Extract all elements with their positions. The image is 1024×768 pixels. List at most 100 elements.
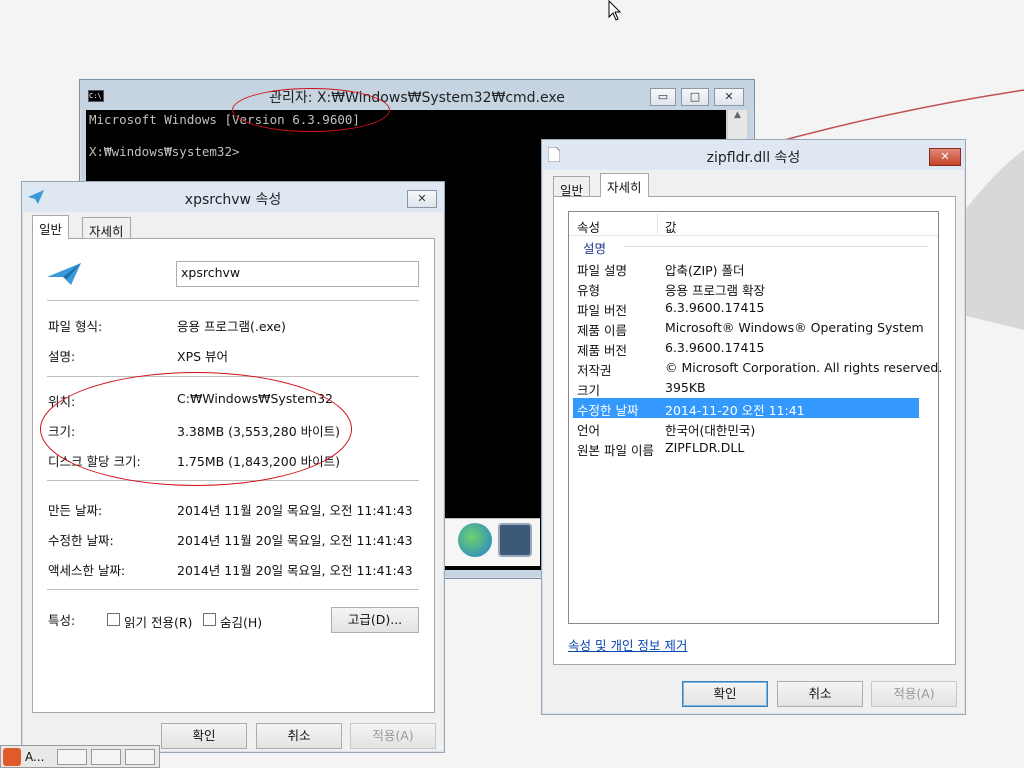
tab-general[interactable]: 일반 — [32, 215, 70, 239]
property-value: 응용 프로그램 확장 — [665, 283, 765, 298]
property-name: 파일 버전 — [577, 303, 627, 318]
taskbar-button[interactable] — [57, 749, 87, 765]
created-value: 2014년 11월 20일 목요일, 오전 11:41:43 — [177, 503, 413, 518]
hidden-label[interactable]: 숨김(H) — [220, 612, 262, 631]
app-icon[interactable] — [3, 748, 21, 766]
readonly-checkbox[interactable] — [107, 613, 120, 626]
list-item[interactable]: 유형 응용 프로그램 확장 — [577, 278, 927, 298]
xps-viewer-icon — [47, 263, 81, 285]
ok-button[interactable]: 확인 — [161, 723, 247, 749]
minimize-button[interactable]: ▭ — [650, 88, 676, 106]
property-name: 원본 파일 이름 — [577, 443, 654, 458]
attributes-label: 특성: — [48, 613, 76, 628]
list-item[interactable]: 원본 파일 이름 ZIPFLDR.DLL — [577, 438, 927, 458]
taskbar-item[interactable]: A... — [25, 750, 44, 764]
list-item[interactable]: 파일 버전 6.3.9600.17415 — [577, 298, 927, 318]
list-item[interactable]: 파일 설명 압축(ZIP) 폴더 — [577, 258, 927, 278]
pinned-icons — [440, 518, 540, 566]
zip-properties-dialog[interactable]: zipfldr.dll 속성 ✕ 일반 자세히 속성 값 설명 파일 설명 압축(… — [541, 139, 966, 715]
accessed-label: 액세스한 날짜: — [48, 563, 126, 578]
ok-button[interactable]: 확인 — [682, 681, 768, 707]
property-value: 6.3.9600.17415 — [665, 340, 765, 355]
property-name: 파일 설명 — [577, 263, 627, 278]
tab-general[interactable]: 일반 — [553, 176, 591, 198]
size-label: 크기: — [48, 424, 76, 439]
taskbar-button[interactable] — [91, 749, 121, 765]
zip-titlebar[interactable]: zipfldr.dll 속성 ✕ — [542, 140, 965, 170]
list-header: 속성 값 — [569, 212, 938, 236]
console-line: Microsoft Windows [Version 6.3.9600] — [89, 112, 360, 127]
property-name: 저작권 — [577, 363, 612, 378]
location-value: C:₩Windows₩System32 — [177, 391, 333, 406]
property-value: Microsoft® Windows® Operating System — [665, 320, 924, 335]
file-type-value: 응용 프로그램(.exe) — [177, 319, 286, 334]
apply-button[interactable]: 적용(A) — [350, 723, 436, 749]
hidden-checkbox[interactable] — [203, 613, 216, 626]
column-header-property[interactable]: 속성 — [577, 217, 600, 236]
size-on-disk-label: 디스크 할당 크기: — [48, 454, 141, 469]
close-button[interactable]: ✕ — [714, 88, 744, 106]
divider — [47, 300, 419, 301]
location-label: 위치: — [48, 394, 76, 409]
property-name: 수정한 날짜 — [577, 403, 639, 418]
mouse-cursor-icon — [608, 0, 622, 21]
property-value: 2014-11-20 오전 11:41 — [665, 403, 805, 418]
list-item[interactable]: 저작권 © Microsoft Corporation. All rights r… — [577, 358, 942, 378]
xps-properties-dialog[interactable]: xpsrchvw 속성 ✕ 일반 자세히 xpsrchvw 파일 형식: 응용 … — [21, 181, 445, 753]
file-name-field[interactable]: xpsrchvw — [176, 261, 419, 287]
property-value: © Microsoft Corporation. All rights rese… — [665, 360, 943, 375]
group-header: 설명 — [583, 241, 607, 256]
property-name: 유형 — [577, 283, 601, 298]
remove-properties-link[interactable]: 속성 및 개인 정보 제거 — [568, 635, 687, 654]
cancel-button[interactable]: 취소 — [256, 723, 342, 749]
details-tab-panel: 속성 값 설명 파일 설명 압축(ZIP) 폴더 유형 응용 프로그램 확장 파일 … — [553, 196, 956, 665]
property-value: 압축(ZIP) 폴더 — [665, 263, 745, 278]
group-divider — [623, 246, 929, 247]
column-header-value[interactable]: 값 — [665, 217, 677, 236]
modified-label: 수정한 날짜: — [48, 533, 114, 548]
readonly-label[interactable]: 읽기 전용(R) — [124, 612, 192, 631]
divider — [47, 589, 419, 590]
taskbar: A... — [0, 745, 160, 768]
advanced-button[interactable]: 고급(D)... — [331, 607, 419, 633]
divider — [47, 376, 419, 377]
property-name: 제품 이름 — [577, 323, 627, 338]
xps-dialog-title: xpsrchvw 속성 — [184, 192, 282, 208]
xps-titlebar[interactable]: xpsrchvw 속성 ✕ — [22, 182, 444, 212]
apply-button[interactable]: 적용(A) — [871, 681, 957, 707]
file-type-label: 파일 형식: — [48, 319, 103, 334]
accessed-value: 2014년 11월 20일 목요일, 오전 11:41:43 — [177, 563, 413, 578]
list-item[interactable]: 제품 버전 6.3.9600.17415 — [577, 338, 927, 358]
close-button[interactable]: ✕ — [929, 148, 961, 166]
close-button[interactable]: ✕ — [407, 190, 437, 208]
general-tab-panel: xpsrchvw 파일 형식: 응용 프로그램(.exe) 설명: XPS 뷰어… — [32, 238, 435, 713]
property-name: 언어 — [577, 423, 601, 438]
list-item-selected[interactable]: 수정한 날짜 2014-11-20 오전 11:41 — [573, 398, 919, 418]
size-value: 3.38MB (3,553,280 바이트) — [177, 424, 341, 439]
description-value: XPS 뷰어 — [177, 349, 229, 364]
property-name: 크기 — [577, 383, 601, 398]
modified-value: 2014년 11월 20일 목요일, 오전 11:41:43 — [177, 533, 413, 548]
tab-details[interactable]: 자세히 — [82, 217, 131, 239]
app-tool-icon[interactable] — [498, 523, 532, 557]
property-list[interactable]: 속성 값 설명 파일 설명 압축(ZIP) 폴더 유형 응용 프로그램 확장 파일 … — [568, 211, 942, 624]
scroll-up-icon[interactable]: ▲ — [728, 110, 747, 126]
maximize-button[interactable]: □ — [681, 88, 709, 106]
property-value: 395KB — [665, 380, 706, 395]
property-value: ZIPFLDR.DLL — [665, 440, 745, 455]
taskbar-button[interactable] — [125, 749, 155, 765]
property-value: 6.3.9600.17415 — [665, 300, 765, 315]
network-globe-icon[interactable] — [458, 523, 492, 557]
divider — [47, 480, 419, 481]
property-value: 한국어(대한민국) — [665, 423, 756, 438]
tab-details[interactable]: 자세히 — [600, 173, 649, 197]
list-item[interactable]: 크기 395KB — [577, 378, 927, 398]
list-item[interactable]: 언어 한국어(대한민국) — [577, 418, 927, 438]
column-divider[interactable] — [657, 214, 658, 234]
list-item[interactable]: 제품 이름 Microsoft® Windows® Operating Syste… — [577, 318, 927, 338]
description-label: 설명: — [48, 349, 76, 364]
cmd-titlebar[interactable]: C:\ 관리자: X:₩Windows₩System32₩cmd.exe ▭ □… — [80, 80, 754, 110]
created-label: 만든 날짜: — [48, 503, 103, 518]
size-on-disk-value: 1.75MB (1,843,200 바이트) — [177, 454, 341, 469]
cancel-button[interactable]: 취소 — [777, 681, 863, 707]
